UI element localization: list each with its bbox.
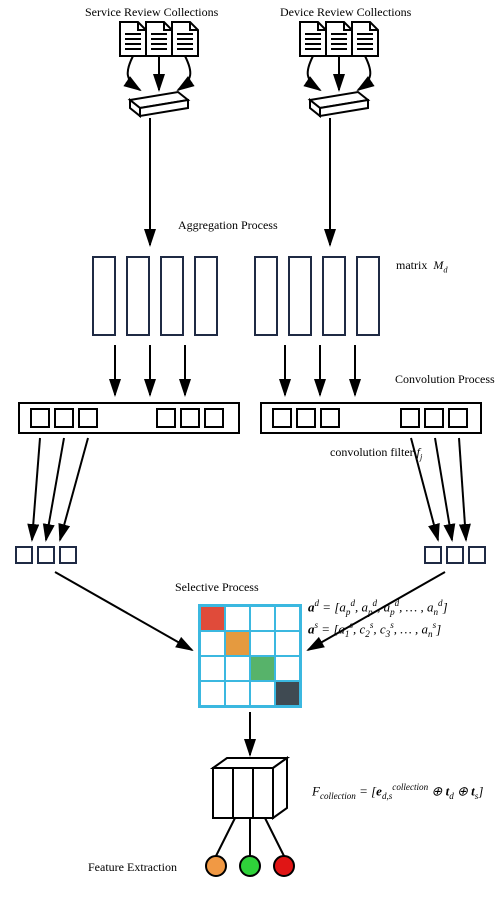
conv-cell <box>296 408 316 428</box>
conv-filter-label: convolution filter fj <box>330 445 422 461</box>
aggregation-label: Aggregation Process <box>178 218 278 233</box>
pool-cell <box>446 546 464 564</box>
matrix-bar <box>254 256 278 336</box>
matrix-bar <box>194 256 218 336</box>
pool-cell <box>424 546 442 564</box>
conv-cell <box>400 408 420 428</box>
conv-cell <box>320 408 340 428</box>
feature-extraction-label: Feature Extraction <box>88 860 177 875</box>
matrix-bar <box>356 256 380 336</box>
matrix-bar <box>288 256 312 336</box>
pool-cell <box>59 546 77 564</box>
conv-cell <box>424 408 444 428</box>
conv-cell <box>180 408 200 428</box>
diagram-svg <box>0 0 500 898</box>
conv-cell <box>204 408 224 428</box>
pool-cell <box>468 546 486 564</box>
conv-cell <box>54 408 74 428</box>
conv-cell <box>448 408 468 428</box>
matrix-bar <box>160 256 184 336</box>
eq-Fcollection: Fcollection = [ed,scollection ⊕ td ⊕ ts] <box>312 782 483 801</box>
eq-as: as = [a1s, c2s, c3s, … , ans] <box>308 620 441 639</box>
conv-cell <box>156 408 176 428</box>
selective-grid <box>198 604 302 708</box>
matrix-bar <box>92 256 116 336</box>
output-dot-red <box>273 855 295 877</box>
output-dot-orange <box>205 855 227 877</box>
convolution-label: Convolution Process <box>395 372 495 387</box>
conv-cell <box>30 408 50 428</box>
pool-cell <box>15 546 33 564</box>
matrix-bar <box>322 256 346 336</box>
eq-ad: ad = [apd, apd, apd, … , and] <box>308 598 448 617</box>
conv-cell <box>78 408 98 428</box>
matrix-bar <box>126 256 150 336</box>
output-dot-green <box>239 855 261 877</box>
matrix-Md-label: matrix Md <box>396 258 448 274</box>
selective-label: Selective Process <box>175 580 259 595</box>
conv-cell <box>272 408 292 428</box>
pool-cell <box>37 546 55 564</box>
